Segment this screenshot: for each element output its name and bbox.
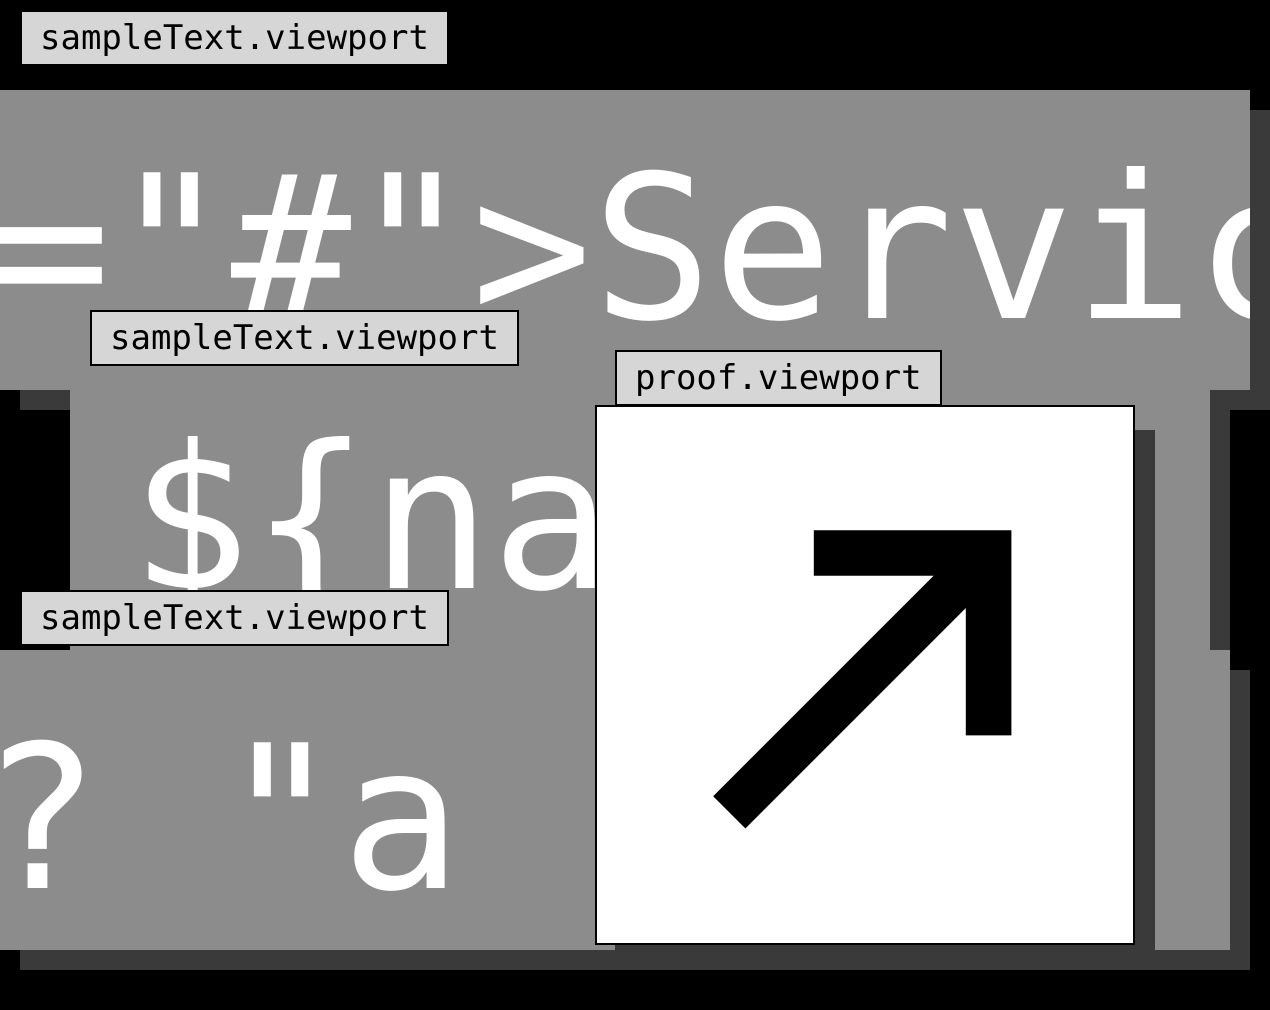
window-tab[interactable]: proof.viewport [615,350,942,406]
window-tab[interactable]: sampleText.viewport [20,590,449,646]
window-tab-label: proof.viewport [635,358,922,398]
proof-panel[interactable] [595,405,1135,945]
stage: ="#">Service sampleText.viewport ${name … [0,0,1270,1010]
window-tab-label: sampleText.viewport [110,318,499,358]
window-tab[interactable]: sampleText.viewport [90,310,519,366]
window-tab[interactable]: sampleText.viewport [20,10,449,66]
window-tab-label: sampleText.viewport [40,18,429,58]
window-tab-label: sampleText.viewport [40,598,429,638]
arrow-up-right-icon [677,477,1057,857]
